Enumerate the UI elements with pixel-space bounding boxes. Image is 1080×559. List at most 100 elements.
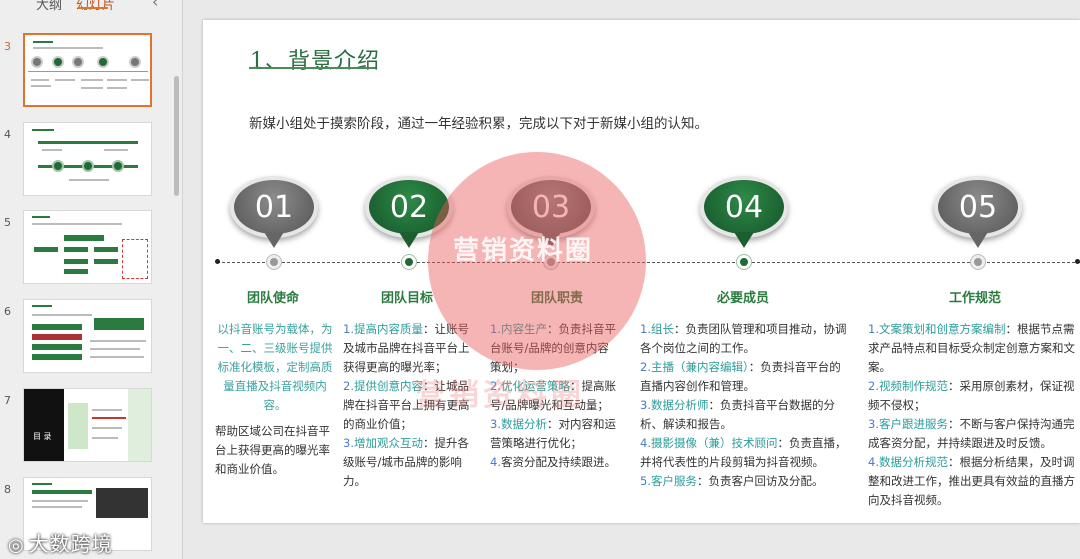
list-item: 3.数据分析：对内容和运营策略进行优化； (490, 415, 620, 453)
pin-bubble: 05 (934, 176, 1022, 238)
watermark-logo-icon: ◎ (8, 535, 25, 556)
timeline-line (217, 262, 1080, 263)
list-item: 3.客户跟进服务：不断与客户保持沟通完成客资分配，并持续跟进及时反馈。 (868, 415, 1080, 453)
slide-canvas[interactable]: 1、背景介绍 新媒小组处于摸索阶段，通过一年经验积累，完成以下对于新媒小组的认知… (203, 20, 1080, 523)
timeline-dot (267, 255, 281, 269)
thumb-toc-label: 目 录 (33, 432, 52, 441)
pin-tail (399, 232, 419, 248)
pin-01: 01 (230, 176, 318, 248)
timeline-end-dot (1075, 259, 1080, 264)
timeline-dot (402, 255, 416, 269)
item-number: 5. (640, 474, 651, 488)
collapse-panel-icon[interactable]: ‹ (152, 0, 158, 11)
pin-bubble: 04 (700, 176, 788, 238)
column-list: 1.文案策划和创意方案编制：根据节点需求产品特点和目标受众制定创意方案和文案。 … (868, 320, 1080, 510)
timeline-dot (971, 255, 985, 269)
thumb-timeline (28, 71, 148, 72)
thumb-text (90, 340, 146, 342)
thumb-bar (32, 354, 82, 360)
item-text: 客资分配及持续跟进。 (500, 455, 616, 469)
thumb-text (107, 87, 127, 89)
item-number: 4. (868, 455, 879, 469)
panel-scrollbar[interactable] (174, 76, 179, 196)
thumb-node (52, 160, 64, 172)
thumb-text (31, 85, 51, 87)
item-keyword: 数据分析师 (650, 398, 709, 412)
thumb-org-box (64, 235, 104, 241)
timeline-start-dot (215, 259, 220, 264)
thumb-text (92, 417, 126, 419)
title-underline (249, 67, 375, 69)
item-number: 4. (640, 436, 651, 450)
thumb-title (33, 41, 53, 43)
thumb-text (32, 500, 88, 502)
thumb-org-box (64, 259, 88, 264)
slide-title: 1、背景介绍 (250, 49, 380, 74)
slide-thumbnail-7[interactable]: 目 录 (23, 388, 152, 462)
thumb-org-box (64, 269, 88, 274)
tab-outline[interactable]: 大纲 (36, 0, 62, 13)
thumb-title (32, 305, 52, 307)
thumb-org-box (64, 247, 88, 252)
pin-tail (968, 232, 988, 248)
list-item: 2.视频制作规范：采用原创素材，保证视频不侵权； (868, 377, 1080, 415)
list-item: 3.增加观众互动：提升各级账号/城市品牌的影响力。 (343, 434, 473, 491)
thumb-text (107, 79, 127, 81)
item-number: 2. (868, 379, 879, 393)
pin-tail (734, 232, 754, 248)
thumb-bar (38, 141, 138, 144)
pin-04: 04 (700, 176, 788, 248)
thumb-bar (32, 344, 82, 350)
item-keyword: 提供创意内容 (353, 379, 423, 393)
slide-thumbnail-5[interactable] (23, 210, 152, 284)
thumb-text (31, 79, 49, 81)
slide-thumbnail-3[interactable] (23, 33, 152, 107)
item-keyword: 数据分析 (500, 417, 547, 431)
thumb-pin (52, 56, 64, 68)
pin-tail (264, 232, 284, 248)
list-item: 1.文案策划和创意方案编制：根据节点需求产品特点和目标受众制定创意方案和文案。 (868, 320, 1080, 377)
item-number: 3. (640, 398, 651, 412)
slide-thumbnail-4[interactable] (23, 122, 152, 196)
thumb-dark-panel (24, 389, 64, 461)
item-text: ：负责客户回访及分配。 (696, 474, 824, 488)
thumb-pin (129, 56, 141, 68)
item-keyword: 增加观众互动 (353, 436, 423, 450)
item-keyword: 摄影摄像（兼）技术顾问 (650, 436, 778, 450)
thumb-text (81, 79, 103, 81)
thumb-text (55, 79, 75, 81)
thumb-dashed-box (122, 239, 148, 279)
slide-thumbnail-6[interactable] (23, 299, 152, 373)
slide-intro: 新媒小组处于摸索阶段，通过一年经验积累，完成以下对于新媒小组的认知。 (249, 116, 708, 132)
column-title: 必要成员 (716, 291, 769, 306)
column-title: 团队使命 (246, 291, 299, 306)
thumb-text (32, 223, 122, 225)
corner-watermark: ◎ 大数跨境 (8, 528, 113, 557)
list-item: 1.组长：负责团队管理和项目推动，协调各个岗位之间的工作。 (640, 320, 852, 358)
thumb-pin (31, 56, 43, 68)
pin-bubble: 01 (230, 176, 318, 238)
slide-number: 3 (4, 40, 11, 53)
item-keyword: 提高内容质量 (353, 322, 423, 336)
thumb-bar (32, 490, 92, 494)
thumb-text (104, 149, 128, 151)
list-item: 4.数据分析规范：根据分析结果，及时调整和改进工作，推出更具有效益的直播方向及抖… (868, 453, 1080, 510)
thumb-text (42, 149, 62, 151)
active-tab-indicator (78, 7, 108, 9)
thumb-text (90, 348, 140, 350)
thumb-org-box (94, 259, 118, 264)
item-keyword: 文案策划和创意方案编制 (878, 322, 1006, 336)
panel-tabs: 大纲 幻灯片 ‹ (0, 0, 183, 13)
item-number: 4. (490, 455, 501, 469)
thumb-bar (32, 334, 82, 340)
thumb-text (33, 47, 103, 49)
column-text: 帮助区域公司在抖音平台上获得更高的曝光率和商业价值。 (215, 424, 330, 476)
thumb-text (32, 506, 82, 508)
item-keyword: 视频制作规范 (878, 379, 948, 393)
item-keyword: 客户服务 (650, 474, 697, 488)
item-number: 2. (640, 360, 651, 374)
thumb-text (32, 314, 92, 316)
thumb-green-strip (68, 403, 88, 449)
timeline-dot (737, 255, 751, 269)
thumb-text (92, 427, 122, 429)
